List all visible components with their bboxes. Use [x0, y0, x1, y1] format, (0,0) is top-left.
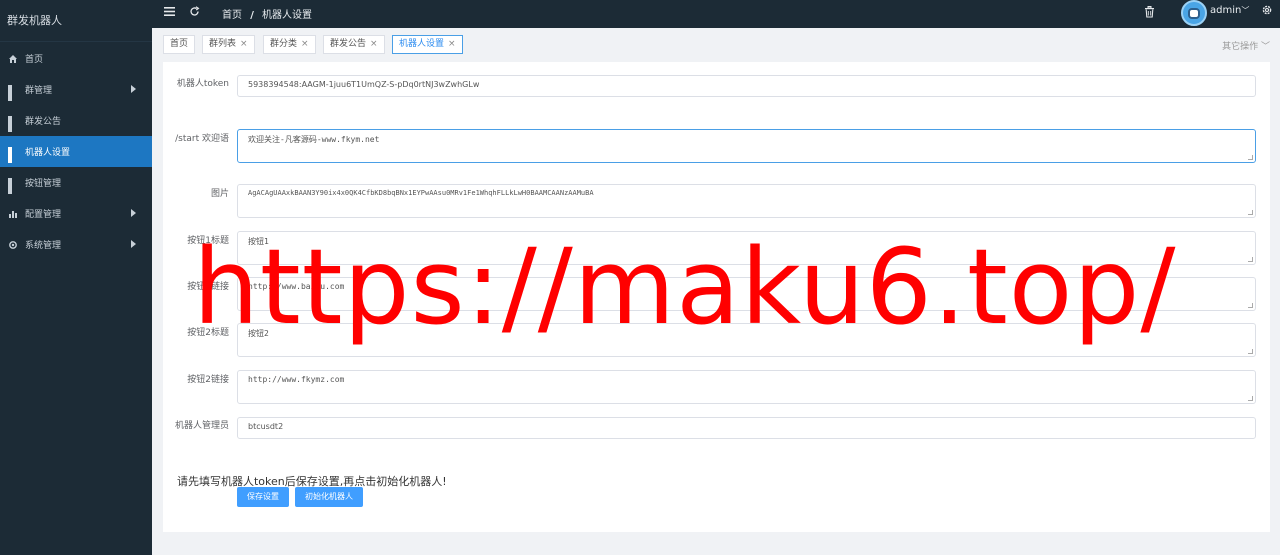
- resize-handle[interactable]: [1248, 155, 1253, 160]
- start-welcome-label: /start 欢迎语: [175, 134, 229, 144]
- sidebar-item-config-management[interactable]: 配置管理: [0, 198, 152, 229]
- trash-icon[interactable]: [1144, 6, 1155, 21]
- resize-handle[interactable]: [1248, 349, 1253, 354]
- bot-admin-input[interactable]: btcusdt2: [237, 417, 1256, 439]
- caret-right-icon: [131, 209, 136, 217]
- sidebar-item-bot-settings[interactable]: 机器人设置: [0, 136, 152, 167]
- caret-right-icon: [131, 85, 136, 93]
- sidebar-item-label: 群管理: [25, 86, 53, 96]
- tab-label: 群列表: [209, 39, 237, 49]
- tab-bot-settings[interactable]: 机器人设置 ×: [392, 35, 463, 54]
- app-title: 群发机器人: [0, 0, 152, 42]
- grid-icon: [8, 146, 18, 163]
- tab-label: 群分类: [270, 39, 298, 49]
- top-bar: 首页 / 机器人设置 admin﹀: [152, 0, 1280, 28]
- resize-handle[interactable]: [1248, 303, 1253, 308]
- other-operations[interactable]: 其它操作 ﹀: [1222, 39, 1270, 52]
- button2-link-value: http://www.fkymz.com: [248, 375, 345, 384]
- username: admin: [1210, 5, 1242, 16]
- breadcrumb-home[interactable]: 首页: [222, 10, 242, 21]
- start-welcome-value: 欢迎关注-凡客源码-www.fkym.net: [248, 135, 380, 144]
- tab-home[interactable]: 首页: [163, 35, 196, 54]
- caret-right-icon: [131, 240, 136, 248]
- breadcrumb: 首页 / 机器人设置: [222, 6, 312, 21]
- close-icon[interactable]: ×: [240, 39, 248, 49]
- sidebar-item-group-management[interactable]: 群管理: [0, 74, 152, 105]
- breadcrumb-separator: /: [250, 10, 254, 21]
- sidebar-item-label: 群发公告: [25, 117, 62, 127]
- sidebar-item-label: 配置管理: [25, 210, 62, 220]
- grid-icon: [8, 84, 18, 101]
- image-label: 图片: [210, 189, 229, 199]
- other-operations-label: 其它操作: [1222, 42, 1259, 52]
- refresh-icon[interactable]: [189, 6, 200, 20]
- sidebar-item-label: 机器人设置: [25, 148, 71, 158]
- avatar[interactable]: [1181, 0, 1207, 26]
- tab-group-list[interactable]: 群列表 ×: [202, 35, 255, 54]
- close-icon[interactable]: ×: [301, 39, 309, 49]
- button2-link-label: 按钮2链接: [187, 375, 229, 385]
- home-icon: [8, 54, 18, 64]
- start-welcome-textarea[interactable]: 欢迎关注-凡客源码-www.fkym.net: [237, 129, 1256, 163]
- bot-admin-label: 机器人管理员: [174, 421, 229, 431]
- resize-handle[interactable]: [1248, 257, 1253, 262]
- sidebar-item-home[interactable]: 首页: [0, 43, 152, 74]
- tab-group-announcement[interactable]: 群发公告 ×: [323, 35, 385, 54]
- tab-label: 机器人设置: [399, 39, 445, 49]
- tab-label: 群发公告: [330, 39, 367, 49]
- user-menu[interactable]: admin﹀: [1210, 5, 1249, 16]
- image-textarea[interactable]: AgACAgUAAxkBAAN3Y90ix4x0QK4CfbKD8bqBNx1E…: [237, 184, 1256, 218]
- watermark: https://maku6.top/: [193, 226, 1177, 348]
- sidebar-item-button-management[interactable]: 按钮管理: [0, 167, 152, 198]
- button2-link-textarea[interactable]: http://www.fkymz.com: [237, 370, 1256, 404]
- save-settings-button[interactable]: 保存设置: [237, 487, 289, 507]
- bot-token-label: 机器人token: [176, 79, 229, 89]
- chevron-down-icon: ﹀: [1260, 42, 1270, 52]
- sidebar-item-system-management[interactable]: 系统管理: [0, 229, 152, 260]
- sidebar-item-label: 首页: [25, 55, 44, 65]
- init-bot-button[interactable]: 初始化机器人: [295, 487, 363, 507]
- sidebar-item-label: 按钮管理: [25, 179, 62, 189]
- sidebar-item-group-announcement[interactable]: 群发公告: [0, 105, 152, 136]
- tab-group-category[interactable]: 群分类 ×: [263, 35, 316, 54]
- sidebar-item-label: 系统管理: [25, 241, 62, 251]
- breadcrumb-current: 机器人设置: [262, 10, 313, 21]
- grid-icon: [8, 177, 18, 194]
- resize-handle[interactable]: [1248, 210, 1253, 215]
- bot-token-input[interactable]: 5938394548:AAGM-1juu6T1UmQZ-S-pDq0rtNJ3w…: [237, 75, 1256, 97]
- bar-chart-icon: [8, 209, 18, 219]
- menu-toggle-icon[interactable]: [164, 6, 175, 20]
- sidebar: 群发机器人 首页 群管理 群发公告 机器人设置 按钮管理 配置管理 系统管理: [0, 0, 152, 555]
- close-icon[interactable]: ×: [448, 39, 456, 49]
- grid-icon: [8, 115, 18, 132]
- chevron-down-icon: ﹀: [1241, 6, 1250, 15]
- tabs-bar: 首页 群列表 × 群分类 × 群发公告 × 机器人设置 × 其它操作 ﹀: [152, 28, 1280, 60]
- resize-handle[interactable]: [1248, 396, 1253, 401]
- close-icon[interactable]: ×: [370, 39, 378, 49]
- tab-label: 首页: [170, 39, 189, 49]
- settings-gear-icon[interactable]: [1261, 4, 1273, 19]
- image-value: AgACAgUAAxkBAAN3Y90ix4x0QK4CfbKD8bqBNx1E…: [248, 189, 594, 197]
- gear-icon: [8, 240, 18, 250]
